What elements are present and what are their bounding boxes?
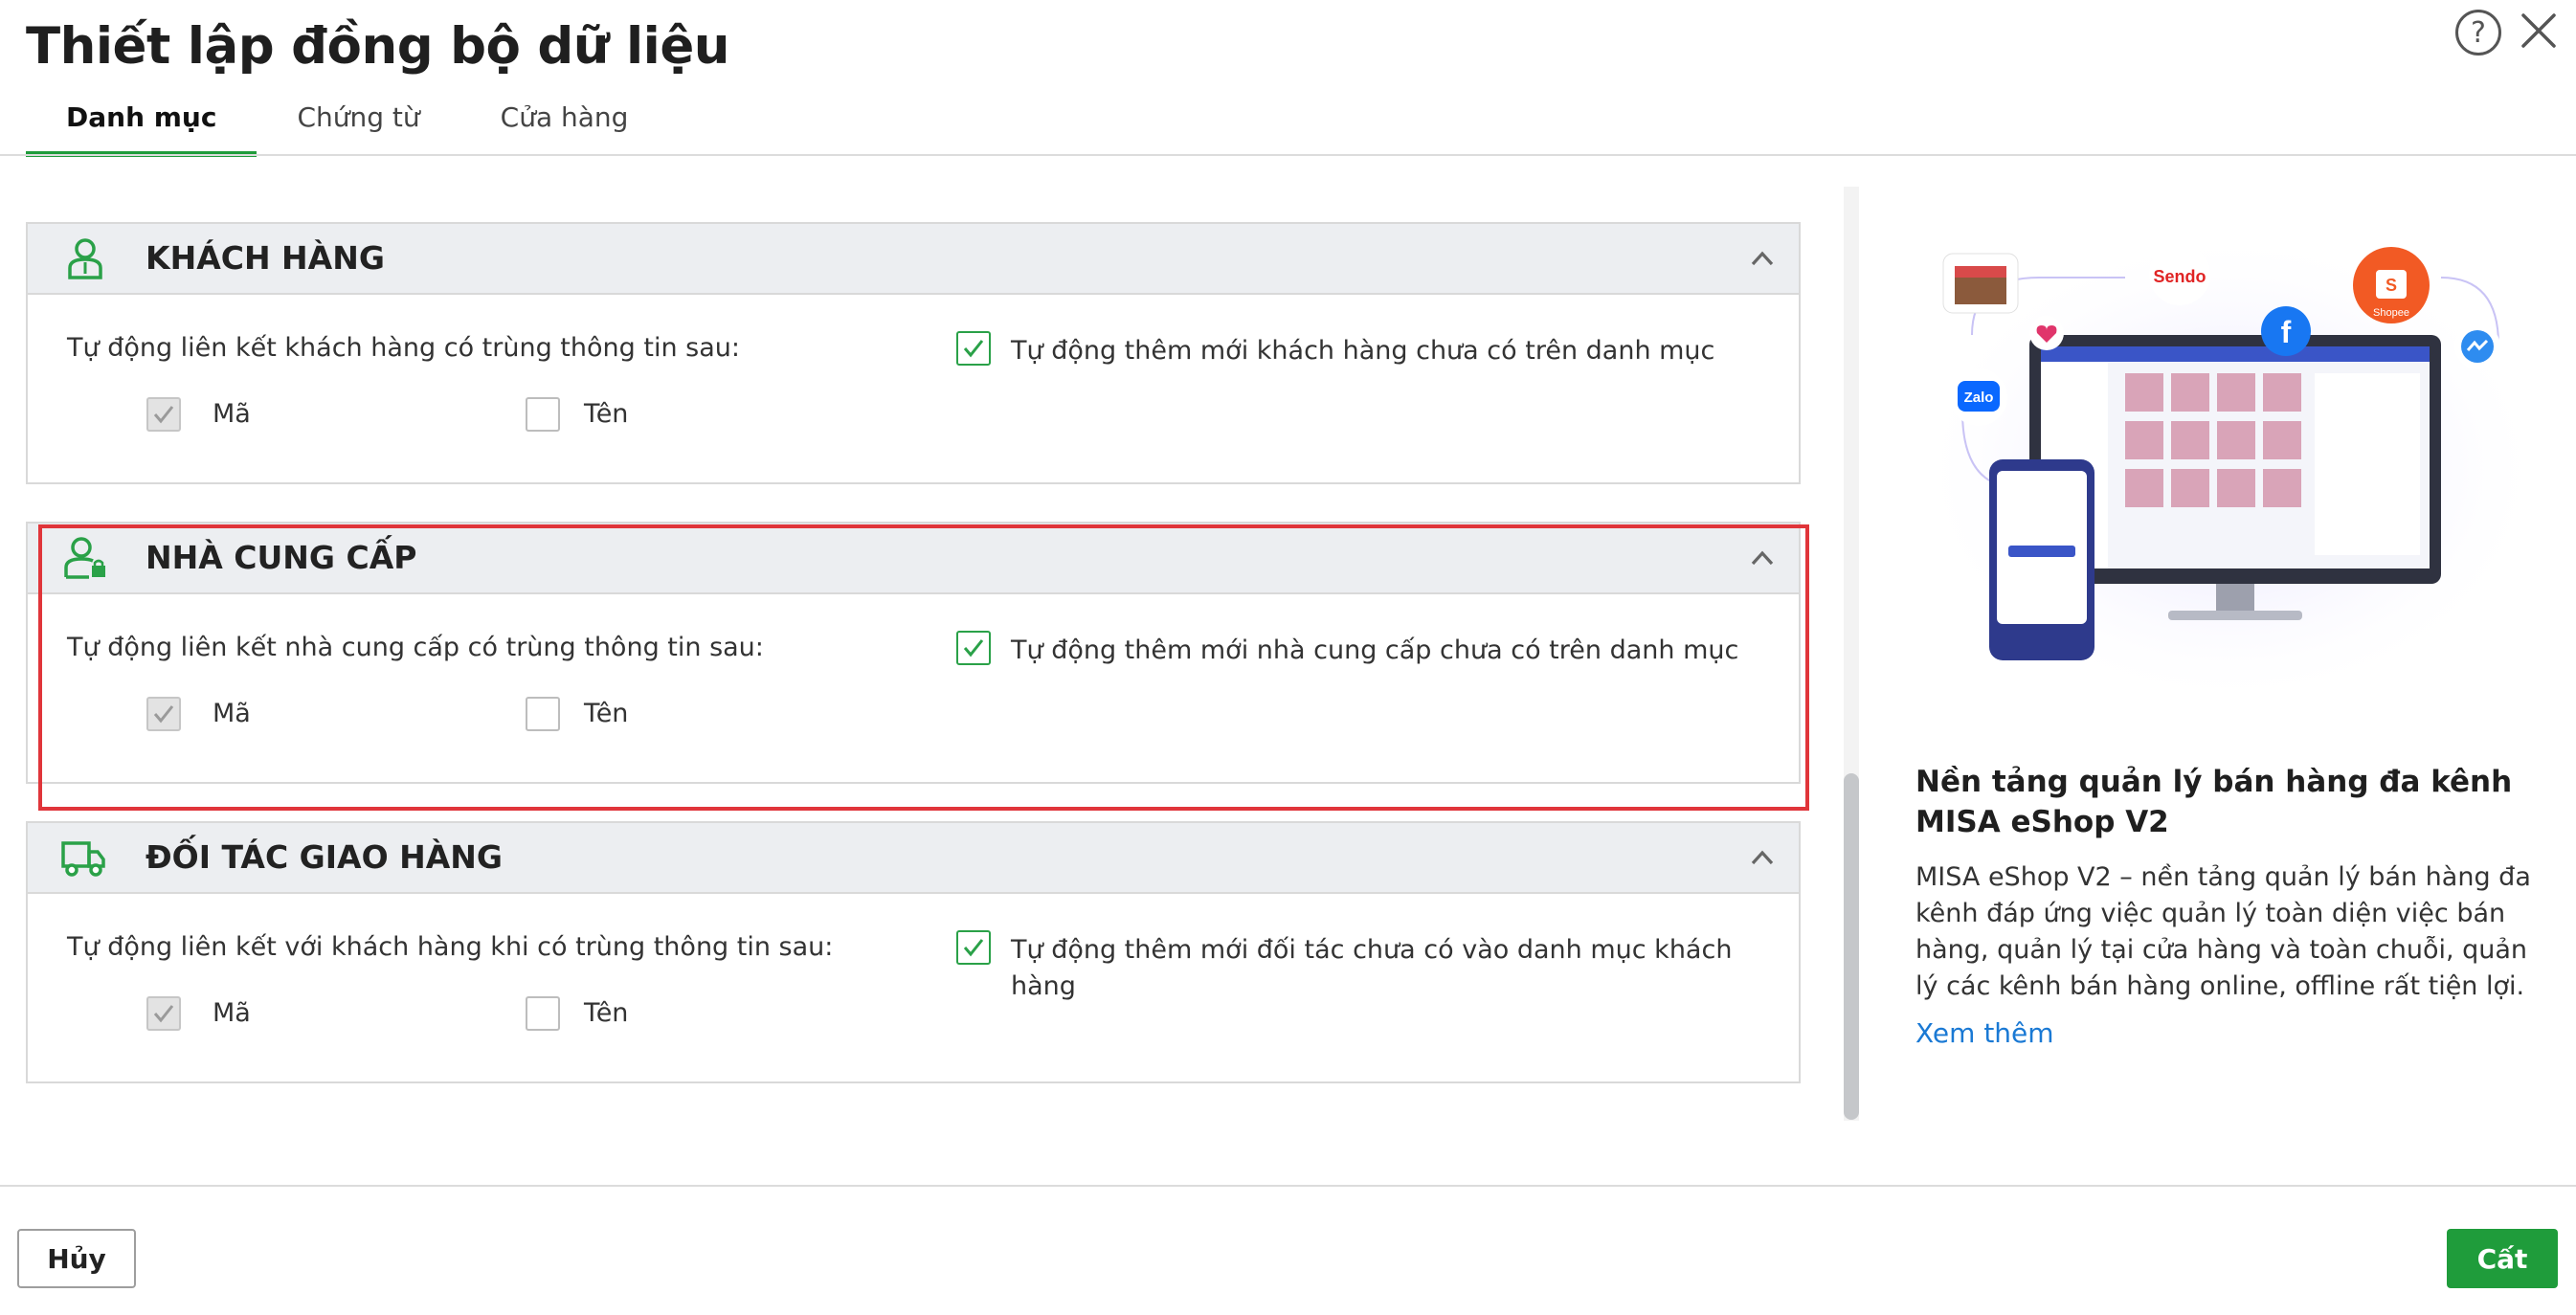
footer-divider [0,1185,2576,1187]
ma-checkbox[interactable] [146,397,181,432]
ten-checkbox[interactable] [526,697,560,731]
help-icon[interactable]: ? [2455,10,2501,56]
ma-checkbox[interactable] [146,697,181,731]
section-supplier: NHÀ CUNG CẤP Tự động liên kết nhà cung c… [26,522,1801,784]
ten-label: Tên [584,399,629,429]
section-header[interactable]: KHÁCH HÀNG [28,224,1799,295]
scrollbar-thumb[interactable] [1844,773,1859,1120]
promo-illustration: Sendo S Shopee f Zalo [1915,230,2546,708]
tab-chung-tu[interactable]: Chứng từ [257,92,459,157]
section-header[interactable]: ĐỐI TÁC GIAO HÀNG [28,823,1799,894]
section-delivery-partner: ĐỐI TÁC GIAO HÀNG Tự động liên kết với k… [26,821,1801,1083]
zalo-logo: Zalo [1964,390,1994,406]
tab-cua-hang[interactable]: Cửa hàng [460,92,669,157]
supplier-icon [64,537,105,579]
auto-add-checkbox[interactable] [956,331,991,366]
chevron-up-icon[interactable] [1745,840,1780,875]
tabs-divider [0,154,2576,156]
sendo-logo: Sendo [2153,267,2206,286]
section-title: KHÁCH HÀNG [146,239,385,277]
ma-label: Mã [213,399,251,429]
ma-label: Mã [213,998,251,1028]
auto-add-label: Tự động thêm mới nhà cung cấp chưa có tr… [1011,635,1739,665]
tab-danh-muc[interactable]: Danh mục [26,92,258,157]
link-criteria-label: Tự động liên kết nhà cung cấp có trùng t… [67,633,764,662]
link-criteria-label: Tự động liên kết với khách hàng khi có t… [67,932,834,962]
ma-label: Mã [213,699,251,728]
chevron-up-icon[interactable] [1745,541,1780,575]
link-criteria-label: Tự động liên kết khách hàng có trùng thô… [67,333,740,363]
section-customer: KHÁCH HÀNG Tự động liên kết khách hàng c… [26,222,1801,484]
cancel-button[interactable]: Hủy [17,1229,136,1288]
see-more-link[interactable]: Xem thêm [1915,1017,2054,1049]
ma-checkbox[interactable] [146,996,181,1031]
auto-add-label: Tự động thêm mới đối tác chưa có vào dan… [1011,935,1733,1001]
svg-text:S: S [2386,276,2397,295]
svg-text:f: f [2281,315,2292,349]
tab-bar: Danh mục Chứng từ Cửa hàng [26,92,668,157]
auto-add-label: Tự động thêm mới khách hàng chưa có trên… [1011,336,1715,366]
save-button[interactable]: Cất [2447,1229,2558,1288]
section-header[interactable]: NHÀ CUNG CẤP [28,524,1799,594]
promo-title: Nền tảng quản lý bán hàng đa kênh MISA e… [1915,765,2513,839]
dialog-title: Thiết lập đồng bộ dữ liệu [26,17,730,76]
section-title: ĐỐI TÁC GIAO HÀNG [146,838,503,876]
ten-checkbox[interactable] [526,996,560,1031]
ten-checkbox[interactable] [526,397,560,432]
promo-description: MISA eShop V2 – nền tảng quản lý bán hàn… [1915,862,2531,1001]
section-title: NHÀ CUNG CẤP [146,539,417,576]
customer-icon [68,238,102,279]
shopee-logo: Shopee [2373,307,2409,319]
close-icon[interactable] [2518,10,2560,52]
ten-label: Tên [584,998,629,1028]
delivery-truck-icon [61,841,105,877]
auto-add-checkbox[interactable] [956,930,991,965]
auto-add-checkbox[interactable] [956,631,991,665]
chevron-up-icon[interactable] [1745,241,1780,276]
ten-label: Tên [584,699,629,728]
